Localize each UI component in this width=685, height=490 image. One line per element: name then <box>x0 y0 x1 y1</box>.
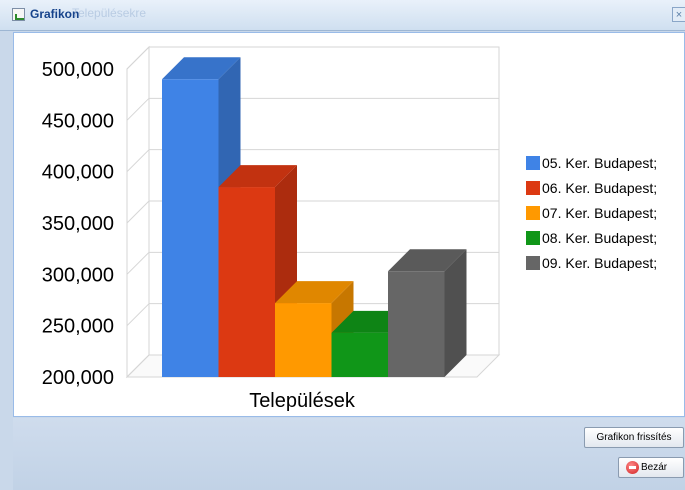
legend-item-4: 08. Ker. Budapest; <box>526 230 657 246</box>
chart-window: Grafikon Településekre × 500,000 450,000 4… <box>0 0 685 490</box>
bar-front <box>275 303 332 377</box>
legend-item-3: 07. Ker. Budapest; <box>526 205 657 221</box>
refresh-chart-button[interactable]: Grafikon frissítés <box>584 427 684 448</box>
y-tick-label: 350,000 <box>42 213 114 235</box>
bar-front <box>162 79 219 377</box>
y-tick-label: 300,000 <box>42 264 114 286</box>
chart-panel: 500,000 450,000 400,000 350,000 300,000 250,0… <box>13 32 685 417</box>
window-titlebar[interactable]: Grafikon Településekre × <box>0 0 685 31</box>
legend-swatch <box>526 206 540 220</box>
y-tick-label: 450,000 <box>42 110 114 132</box>
close-button[interactable]: Bezár <box>618 457 684 478</box>
legend-swatch <box>526 181 540 195</box>
y-axis-ticks: 500,000 450,000 400,000 350,000 300,000 250,0… <box>42 59 114 389</box>
legend-item-1: 05. Ker. Budapest; <box>526 155 657 171</box>
legend-label: 05. Ker. Budapest; <box>542 155 657 171</box>
y-tick-label: 250,000 <box>42 316 114 338</box>
bar-front <box>388 271 445 377</box>
legend-label: 06. Ker. Budapest; <box>542 180 657 196</box>
bar-chart: 500,000 450,000 400,000 350,000 300,000 250,0… <box>42 45 657 412</box>
y-tick-label: 500,000 <box>42 59 114 81</box>
close-icon[interactable]: × <box>672 7 685 22</box>
close-button-label: Bezár <box>641 462 668 473</box>
chart-legend: 05. Ker. Budapest; 06. Ker. Budapest; 07. … <box>526 155 657 271</box>
red-circle-close-icon <box>626 461 639 474</box>
legend-swatch <box>526 231 540 245</box>
legend-label: 08. Ker. Budapest; <box>542 230 657 246</box>
legend-swatch <box>526 156 540 170</box>
legend-item-5: 09. Ker. Budapest; <box>526 255 657 271</box>
legend-swatch <box>526 256 540 270</box>
legend-label: 09. Ker. Budapest; <box>542 255 657 271</box>
bar-front <box>331 332 388 377</box>
bar-5 <box>388 249 467 377</box>
y-tick-label: 200,000 <box>42 367 114 389</box>
bar-front <box>218 187 275 377</box>
button-bar: Grafikon frissítés Bezár <box>13 418 685 490</box>
legend-label: 07. Ker. Budapest; <box>542 205 657 221</box>
background-window-title: Településekre <box>72 6 147 20</box>
bar-side <box>444 249 467 377</box>
legend-item-2: 06. Ker. Budapest; <box>526 180 657 196</box>
y-tick-label: 400,000 <box>42 162 114 184</box>
chart-window-icon <box>12 8 25 21</box>
x-axis-label: Települések <box>249 390 356 412</box>
